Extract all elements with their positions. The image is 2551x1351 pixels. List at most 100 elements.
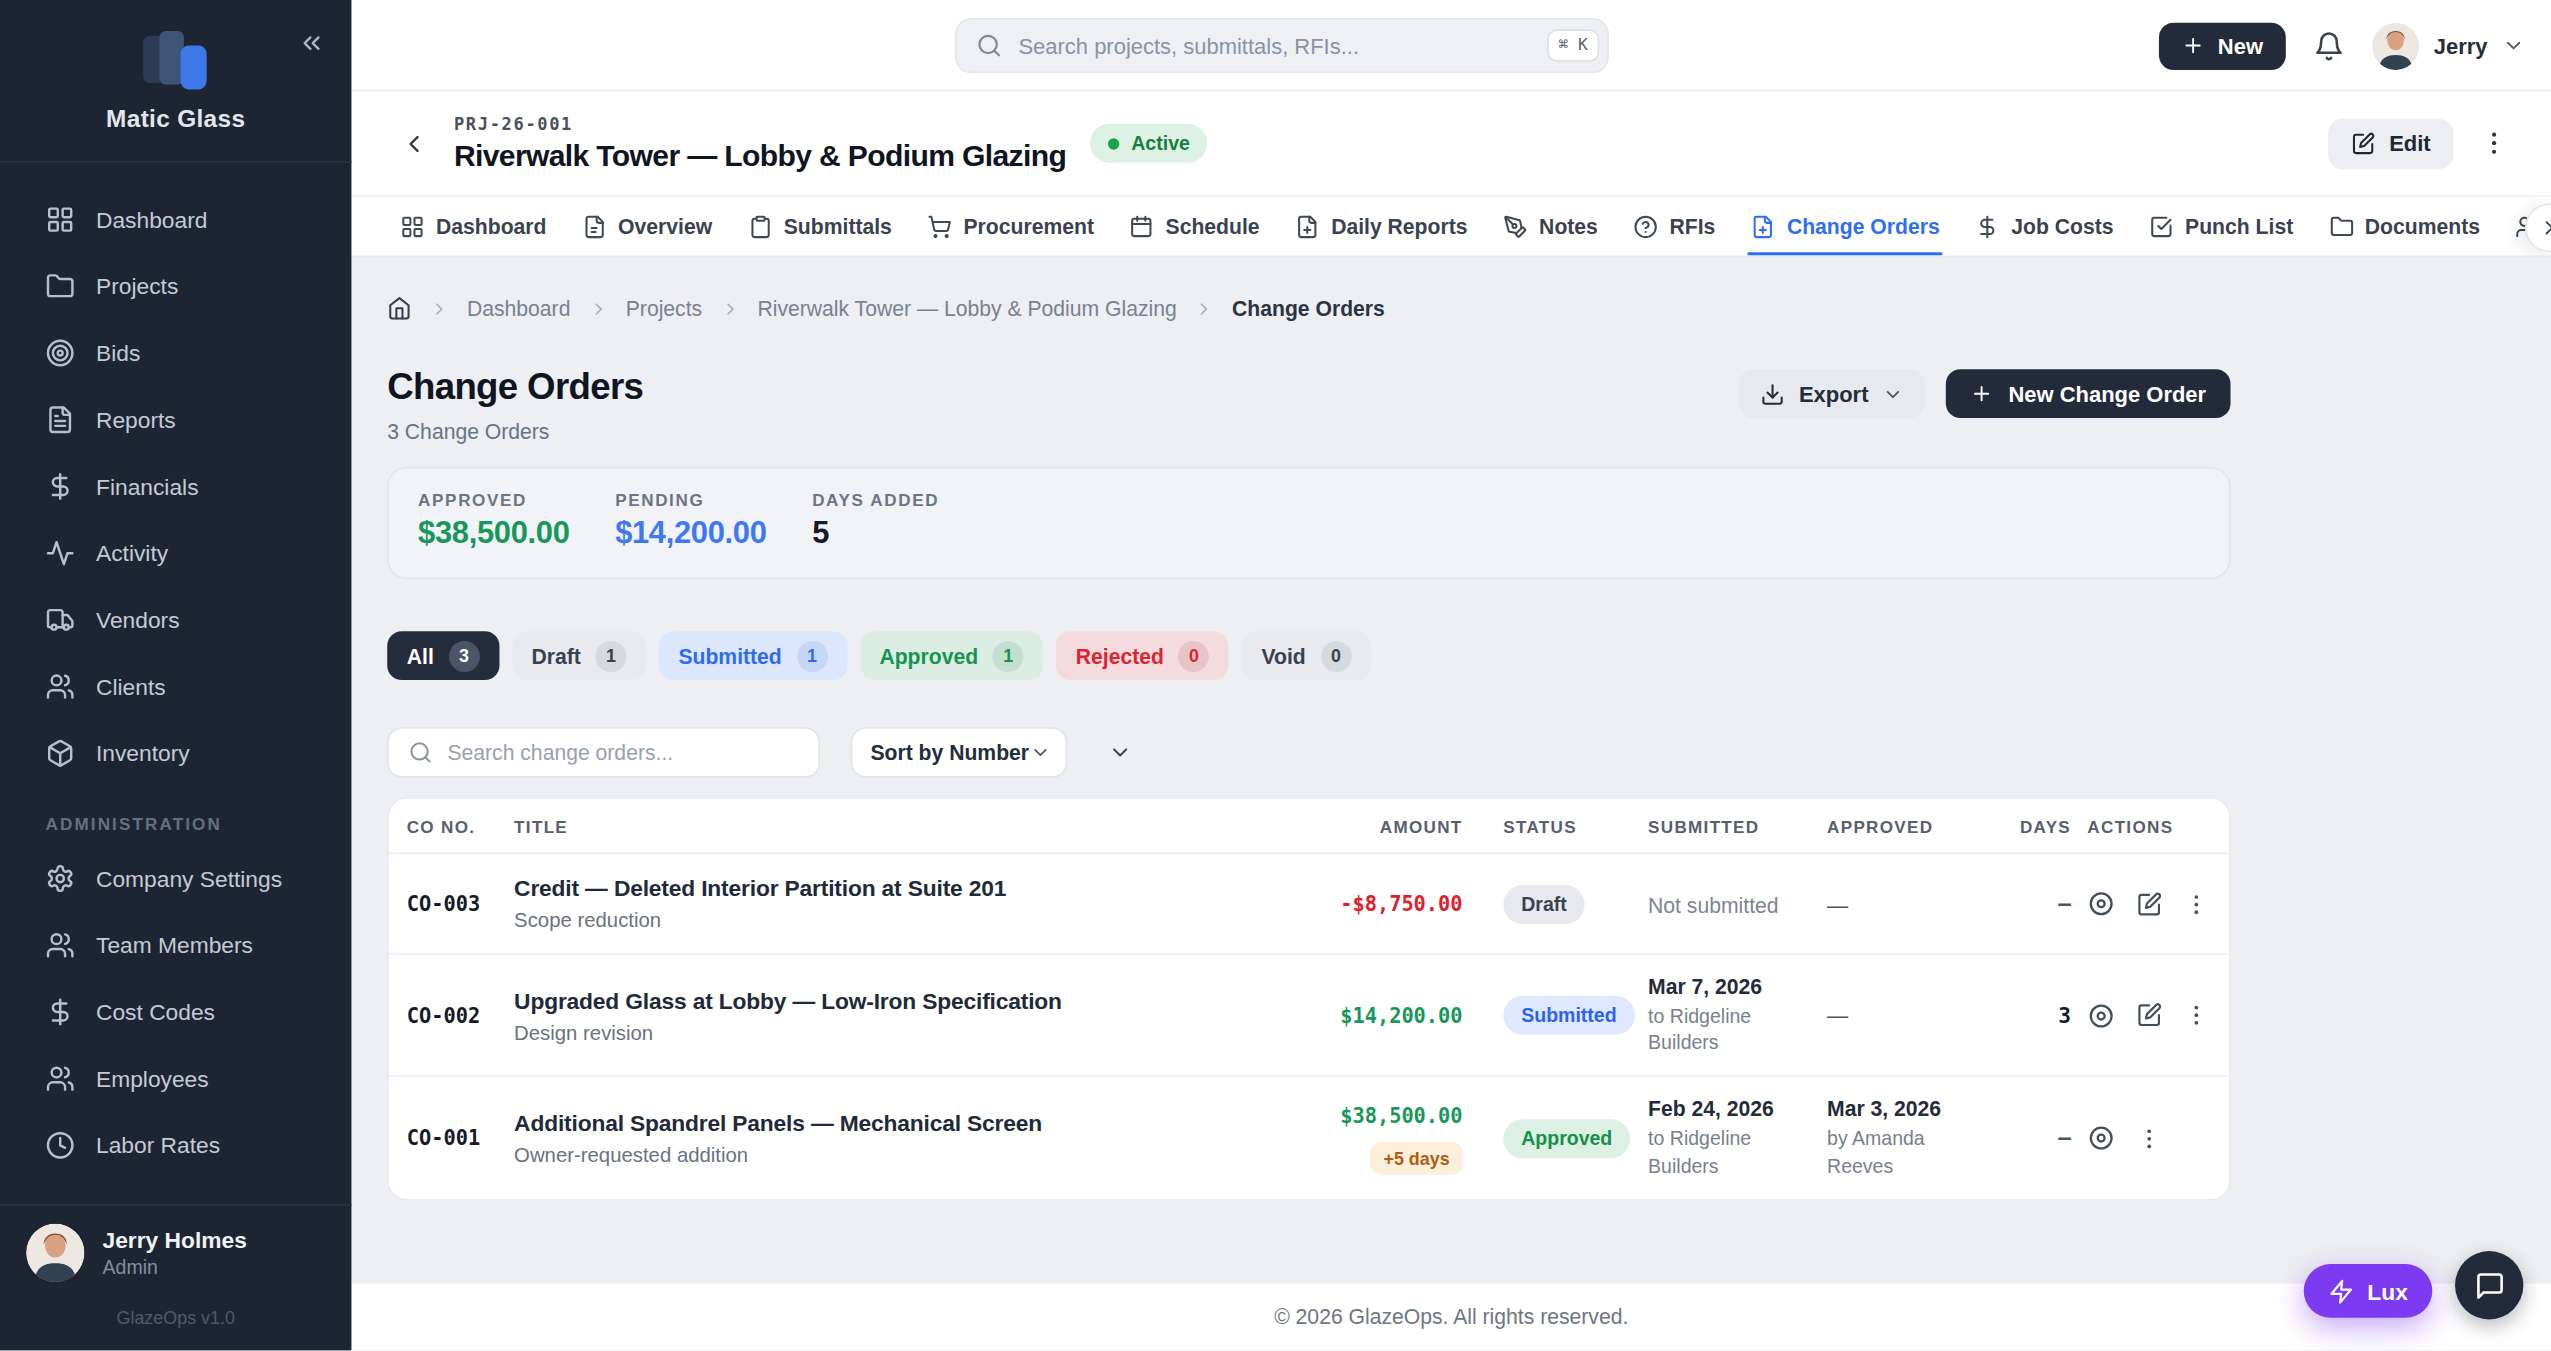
table-row[interactable]: CO-002 Upgraded Glass at Lobby — Low-Iro…: [389, 955, 2229, 1078]
sidebar-item-employees[interactable]: Employees: [0, 1044, 351, 1111]
view-icon[interactable]: [2087, 1124, 2115, 1152]
tab-schedule[interactable]: Schedule: [1112, 197, 1278, 256]
sidebar-item-label: Vendors: [96, 606, 180, 632]
row-more-icon[interactable]: [2136, 1125, 2162, 1151]
tab-job-costs[interactable]: Job Costs: [1958, 197, 2132, 256]
export-button[interactable]: Export: [1739, 369, 1926, 418]
tab-notes[interactable]: Notes: [1485, 197, 1615, 256]
tab-daily-reports[interactable]: Daily Reports: [1277, 197, 1485, 256]
bell-icon[interactable]: [2313, 30, 2344, 61]
topbar: ⌘ K New Jerry: [351, 0, 2551, 91]
stat-days-added: DAYS ADDED 5: [812, 490, 939, 557]
activity-icon: [46, 538, 75, 567]
brand-name: Matic Glass: [106, 103, 245, 131]
sidebar-item-inventory[interactable]: Inventory: [0, 719, 351, 786]
status-badge: Active: [1091, 124, 1208, 163]
tab-procurement[interactable]: Procurement: [910, 197, 1112, 256]
edit-button[interactable]: Edit: [2327, 118, 2453, 168]
filter-all[interactable]: All3: [387, 631, 499, 680]
dollar-icon: [1975, 214, 1999, 238]
global-search[interactable]: ⌘ K: [955, 18, 1609, 73]
table-header: CO NO. TITLE AMOUNT STATUS SUBMITTED APP…: [389, 799, 2229, 854]
sidebar-item-vendors[interactable]: Vendors: [0, 586, 351, 653]
sidebar-item-activity[interactable]: Activity: [0, 519, 351, 586]
tab-punch-list[interactable]: Punch List: [2131, 197, 2311, 256]
status-pill: Approved: [1503, 1119, 1630, 1158]
sidebar-user[interactable]: Jerry Holmes Admin: [0, 1204, 351, 1295]
app-version: GlazeOps v1.0: [0, 1295, 351, 1350]
sidebar-item-financials[interactable]: Financials: [0, 452, 351, 519]
chat-button[interactable]: [2455, 1251, 2523, 1319]
tab-rfis[interactable]: RFIs: [1616, 197, 1733, 256]
folder-icon: [46, 271, 75, 300]
page-subtitle: 3 Change Orders: [387, 420, 643, 444]
sidebar-header: Matic Glass: [0, 0, 351, 163]
new-change-order-button[interactable]: New Change Order: [1947, 369, 2231, 418]
co-amount: $14,200.00: [1284, 1003, 1463, 1027]
change-orders-search[interactable]: [387, 727, 820, 777]
sidebar-item-company-settings[interactable]: Company Settings: [0, 844, 351, 911]
stat-approved: APPROVED $38,500.00: [418, 490, 569, 557]
table-row[interactable]: CO-003 Credit — Deleted Interior Partiti…: [389, 854, 2229, 955]
filter-rejected[interactable]: Rejected0: [1056, 631, 1229, 680]
sidebar-item-label: Company Settings: [96, 865, 282, 891]
more-actions-icon[interactable]: [2479, 129, 2508, 158]
back-button[interactable]: [400, 129, 428, 157]
view-icon[interactable]: [2087, 1002, 2115, 1030]
breadcrumb-item-current: Change Orders: [1232, 296, 1385, 320]
sidebar-item-team-members[interactable]: Team Members: [0, 911, 351, 978]
filter-submitted[interactable]: Submitted1: [659, 631, 847, 680]
sidebar-item-dashboard[interactable]: Dashboard: [0, 185, 351, 252]
sidebar-item-clients[interactable]: Clients: [0, 652, 351, 719]
clipboard-icon: [748, 214, 772, 238]
folder-icon: [2329, 214, 2353, 238]
stat-days-added-value: 5: [812, 516, 939, 552]
chevron-right-icon: [720, 299, 740, 319]
topbar-actions: New Jerry: [2159, 0, 2525, 91]
sort-dropdown[interactable]: Sort by Number: [851, 727, 1067, 777]
user-menu[interactable]: Jerry: [2372, 22, 2525, 69]
sidebar-item-label: Financials: [96, 473, 199, 499]
sidebar-item-reports[interactable]: Reports: [0, 386, 351, 453]
tab-dashboard[interactable]: Dashboard: [382, 197, 564, 256]
tab-change-orders[interactable]: Change Orders: [1733, 197, 1957, 256]
breadcrumb-item[interactable]: Projects: [626, 296, 702, 320]
tab-overview[interactable]: Overview: [564, 197, 730, 256]
sidebar-item-projects[interactable]: Projects: [0, 252, 351, 319]
sidebar-section-label: ADMINISTRATION: [46, 813, 352, 833]
sidebar-item-bids[interactable]: Bids: [0, 319, 351, 386]
filter-draft[interactable]: Draft1: [512, 631, 646, 680]
sidebar-collapse-button[interactable]: [298, 29, 326, 62]
avatar: [26, 1223, 85, 1282]
sidebar-item-label: Inventory: [96, 739, 190, 765]
filter-void[interactable]: Void0: [1242, 631, 1371, 680]
expand-filters-button[interactable]: [1098, 727, 1140, 777]
table-row[interactable]: CO-001 Additional Spandrel Panels — Mech…: [389, 1078, 2229, 1199]
view-icon[interactable]: [2087, 890, 2115, 918]
edit-icon[interactable]: [2136, 1002, 2162, 1028]
new-button[interactable]: New: [2159, 22, 2286, 69]
co-title: Credit — Deleted Interior Partition at S…: [514, 875, 1284, 901]
home-icon[interactable]: [387, 296, 411, 320]
co-subtitle: Design revision: [514, 1021, 1284, 1044]
tab-submittals[interactable]: Submittals: [730, 197, 910, 256]
change-orders-search-input[interactable]: [447, 740, 798, 764]
lux-button[interactable]: Lux: [2304, 1264, 2432, 1318]
sidebar-item-labor-rates[interactable]: Labor Rates: [0, 1111, 351, 1178]
co-amount: -$8,750.00: [1284, 892, 1463, 916]
sidebar-item-cost-codes[interactable]: Cost Codes: [0, 978, 351, 1045]
edit-icon[interactable]: [2136, 891, 2162, 917]
global-search-input[interactable]: [1018, 33, 1530, 57]
breadcrumb-item[interactable]: Riverwalk Tower — Lobby & Podium Glazing: [757, 296, 1176, 320]
co-number: CO-003: [407, 892, 514, 916]
breadcrumb-item[interactable]: Dashboard: [467, 296, 570, 320]
tab-documents[interactable]: Documents: [2311, 197, 2498, 256]
filter-approved[interactable]: Approved1: [860, 631, 1043, 680]
stat-pending-value: $14,200.00: [615, 516, 766, 552]
users-icon: [46, 930, 75, 959]
search-icon: [976, 33, 1002, 59]
row-more-icon[interactable]: [2183, 1002, 2209, 1028]
user-name: Jerry Holmes: [102, 1227, 246, 1253]
calendar-icon: [1130, 214, 1154, 238]
row-more-icon[interactable]: [2183, 891, 2209, 917]
